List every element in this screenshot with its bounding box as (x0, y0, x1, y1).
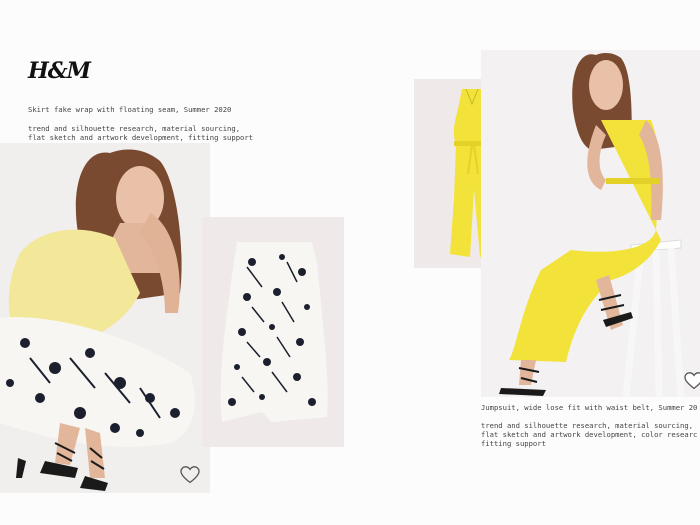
look1-description: trend and silhouette research, material … (28, 124, 254, 142)
look2-model-photo (481, 50, 700, 397)
look1-model-photo (0, 143, 210, 493)
look1-title: Skirt fake wrap with floating seam, Summ… (28, 105, 232, 114)
brand-logo: H&M (28, 58, 91, 84)
look1-product-photo (202, 217, 344, 447)
look2-description: trend and silhouette research, material … (481, 421, 698, 448)
favorite-heart-icon[interactable] (684, 372, 700, 390)
look2-title: Jumpsuit, wide lose fit with waist belt,… (481, 403, 698, 412)
favorite-heart-icon[interactable] (180, 466, 200, 484)
